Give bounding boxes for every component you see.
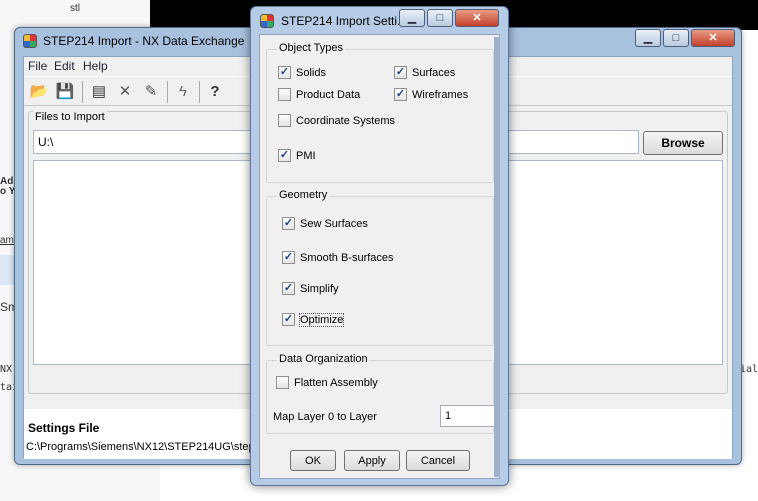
checkbox-box[interactable]	[278, 114, 291, 127]
checkbox-box[interactable]	[278, 88, 291, 101]
checkbox-label: Wireframes	[412, 88, 469, 101]
ok-button[interactable]: OK	[290, 450, 336, 471]
checkbox-box[interactable]: ✓	[282, 217, 295, 230]
solids-checkbox[interactable]: ✓ Solids	[278, 66, 326, 79]
optimize-checkbox[interactable]: ✓ Optimize	[282, 312, 345, 327]
checkbox-label: Solids	[296, 66, 326, 79]
checkbox-label: Flatten Assembly	[294, 376, 378, 389]
save-icon[interactable]: 💾	[54, 80, 76, 102]
minimize-button[interactable]: ▁	[399, 9, 425, 27]
geometry-title: Geometry	[277, 189, 330, 201]
apply-button[interactable]: Apply	[344, 450, 400, 471]
checkbox-label: Sew Surfaces	[300, 217, 368, 230]
toolbar-separator	[167, 81, 168, 103]
product-data-checkbox[interactable]: Product Data	[278, 88, 360, 101]
data-organization-title: Data Organization	[277, 353, 370, 365]
app-icon	[23, 34, 37, 48]
list-icon[interactable]: ▤	[88, 80, 110, 102]
object-types-title: Object Types	[277, 42, 345, 54]
menu-file[interactable]: File	[28, 59, 47, 73]
surfaces-checkbox[interactable]: ✓ Surfaces	[394, 66, 455, 79]
toolbar-separator	[199, 81, 200, 103]
checkbox-label: PMI	[296, 149, 316, 162]
checkbox-box[interactable]: ✓	[282, 282, 295, 295]
cancel-button[interactable]: Cancel	[406, 450, 470, 471]
settings-file-path: C:\Programs\Siemens\NX12\STEP214UG\step2	[26, 441, 261, 453]
background-text: ial	[740, 364, 758, 375]
background-text: NX	[0, 364, 13, 375]
checkbox-label: Product Data	[296, 88, 361, 101]
toolbar-separator	[82, 81, 83, 103]
help-icon[interactable]: ?	[204, 80, 226, 102]
checkbox-box[interactable]: ✓	[282, 313, 295, 326]
wireframes-checkbox[interactable]: ✓ Wireframes	[394, 88, 468, 101]
map-layer-label: Map Layer 0 to Layer	[273, 411, 377, 423]
maximize-button[interactable]: □	[427, 9, 453, 27]
smooth-b-surfaces-checkbox[interactable]: ✓ Smooth B-surfaces	[282, 251, 394, 264]
checkbox-label: Smooth B-surfaces	[300, 251, 394, 264]
dialog-client-area: Object Types ✓ Solids ✓ Surfaces Product D…	[259, 34, 500, 479]
menu-edit[interactable]: Edit	[54, 59, 75, 73]
files-to-import-label: Files to Import	[33, 111, 107, 123]
background-text: stl	[70, 3, 80, 14]
maximize-button[interactable]: □	[663, 29, 689, 47]
map-layer-input[interactable]	[440, 405, 498, 427]
close-button[interactable]: ✕	[455, 9, 499, 27]
checkbox-box[interactable]: ✓	[394, 66, 407, 79]
checkbox-label: Optimize	[298, 312, 345, 327]
menu-help[interactable]: Help	[83, 59, 108, 73]
open-folder-icon[interactable]: 📂	[28, 80, 50, 102]
background-text: am	[0, 235, 14, 246]
window-title: STEP214 Import - NX Data Exchange	[43, 34, 245, 48]
settings-file-title: Settings File	[28, 421, 100, 435]
run-icon[interactable]: ϟ	[172, 80, 194, 102]
edit-icon[interactable]: ✎	[140, 80, 162, 102]
coordinate-systems-checkbox[interactable]: Coordinate Systems	[278, 114, 395, 127]
checkbox-box[interactable]: ✓	[278, 149, 291, 162]
import-settings-dialog: STEP214 Import Setti... ▁ □ ✕ Object Typ…	[250, 6, 509, 486]
dialog-title: STEP214 Import Setti...	[281, 14, 408, 28]
checkbox-box[interactable]: ✓	[394, 88, 407, 101]
flatten-assembly-checkbox[interactable]: Flatten Assembly	[276, 376, 378, 389]
app-icon	[260, 14, 274, 28]
browse-button[interactable]: Browse	[643, 131, 723, 155]
delete-icon[interactable]: ✕	[114, 80, 136, 102]
checkbox-label: Simplify	[300, 282, 339, 295]
close-button[interactable]: ✕	[691, 29, 735, 47]
sew-surfaces-checkbox[interactable]: ✓ Sew Surfaces	[282, 217, 368, 230]
dialog-resize-edge	[494, 37, 500, 477]
simplify-checkbox[interactable]: ✓ Simplify	[282, 282, 339, 295]
checkbox-label: Surfaces	[412, 66, 456, 79]
checkbox-box[interactable]: ✓	[278, 66, 291, 79]
minimize-button[interactable]: ▁	[635, 29, 661, 47]
pmi-checkbox[interactable]: ✓ PMI	[278, 149, 316, 162]
checkbox-box[interactable]	[276, 376, 289, 389]
checkbox-box[interactable]: ✓	[282, 251, 295, 264]
checkbox-label: Coordinate Systems	[296, 114, 396, 127]
